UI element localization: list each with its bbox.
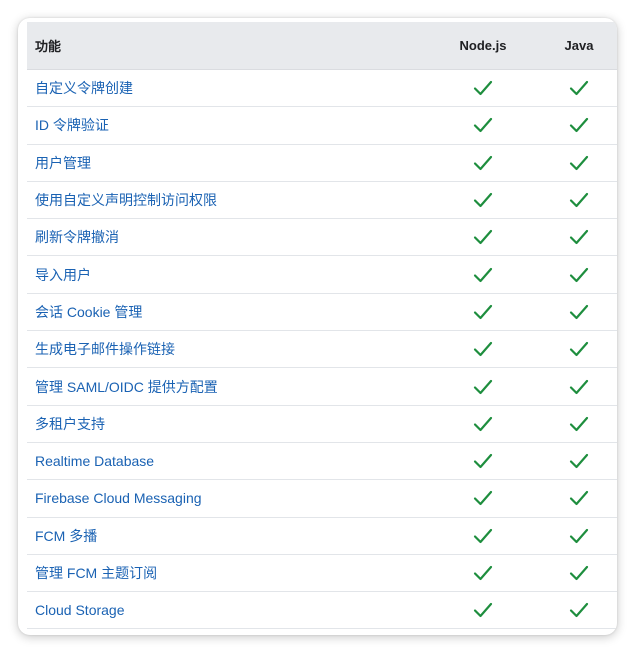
- table-row: 生成电子邮件操作链接: [27, 331, 617, 369]
- check-icon: [473, 304, 493, 320]
- check-icon: [569, 229, 589, 245]
- check-icon: [473, 192, 493, 208]
- nodejs-support-cell: [435, 453, 531, 469]
- table-row: FCM 多播: [27, 518, 617, 555]
- java-support-cell: [531, 341, 617, 357]
- java-support-cell: [531, 267, 617, 283]
- nodejs-support-cell: [435, 490, 531, 506]
- table-row: Cloud Storage: [27, 592, 617, 630]
- nodejs-support-cell: [435, 80, 531, 96]
- nodejs-support-cell: [435, 528, 531, 544]
- check-icon: [569, 602, 589, 618]
- feature-link[interactable]: 管理 SAML/OIDC 提供方配置: [27, 377, 435, 397]
- table-row: Realtime Database: [27, 443, 617, 481]
- java-support-cell: [531, 304, 617, 320]
- check-icon: [473, 565, 493, 581]
- table-body: 自定义令牌创建 ID 令牌验证 用户管理使用自定义声明控制访问权限 刷新令牌撤消 导入用…: [27, 70, 617, 630]
- nodejs-support-cell: [435, 192, 531, 208]
- header-java: Java: [564, 38, 594, 53]
- table-header-row: 功能 Node.js Java: [27, 22, 617, 70]
- check-icon: [569, 490, 589, 506]
- check-icon: [473, 453, 493, 469]
- check-icon: [473, 490, 493, 506]
- check-icon: [473, 602, 493, 618]
- java-support-cell: [531, 528, 617, 544]
- java-support-cell: [531, 416, 617, 432]
- java-support-cell: [531, 229, 617, 245]
- table-row: 自定义令牌创建: [27, 70, 617, 108]
- feature-link[interactable]: 刷新令牌撤消: [27, 227, 435, 247]
- table-row: 多租户支持: [27, 406, 617, 443]
- check-icon: [569, 192, 589, 208]
- nodejs-support-cell: [435, 602, 531, 618]
- check-icon: [569, 155, 589, 171]
- check-icon: [473, 379, 493, 395]
- java-support-cell: [531, 192, 617, 208]
- java-support-cell: [531, 379, 617, 395]
- feature-link[interactable]: ID 令牌验证: [27, 115, 435, 135]
- java-support-cell: [531, 117, 617, 133]
- check-icon: [569, 528, 589, 544]
- feature-link[interactable]: 管理 FCM 主题订阅: [27, 563, 435, 583]
- java-support-cell: [531, 453, 617, 469]
- check-icon: [569, 304, 589, 320]
- feature-link[interactable]: 生成电子邮件操作链接: [27, 339, 435, 359]
- check-icon: [569, 379, 589, 395]
- feature-link[interactable]: 导入用户: [27, 265, 435, 285]
- feature-link[interactable]: Cloud Storage: [27, 602, 435, 618]
- table-row: 用户管理: [27, 145, 617, 182]
- nodejs-support-cell: [435, 341, 531, 357]
- check-icon: [569, 80, 589, 96]
- feature-link[interactable]: 使用自定义声明控制访问权限: [27, 190, 435, 210]
- header-nodejs: Node.js: [459, 38, 507, 53]
- table-row: 管理 FCM 主题订阅: [27, 555, 617, 593]
- check-icon: [473, 341, 493, 357]
- nodejs-support-cell: [435, 416, 531, 432]
- check-icon: [569, 565, 589, 581]
- nodejs-support-cell: [435, 229, 531, 245]
- check-icon: [473, 416, 493, 432]
- nodejs-support-cell: [435, 379, 531, 395]
- header-feature: 功能: [35, 39, 62, 54]
- check-icon: [569, 453, 589, 469]
- check-icon: [569, 341, 589, 357]
- nodejs-support-cell: [435, 267, 531, 283]
- feature-link[interactable]: Firebase Cloud Messaging: [27, 490, 435, 506]
- java-support-cell: [531, 565, 617, 581]
- check-icon: [569, 117, 589, 133]
- feature-link[interactable]: 会话 Cookie 管理: [27, 302, 435, 322]
- java-support-cell: [531, 155, 617, 171]
- check-icon: [473, 528, 493, 544]
- check-icon: [473, 117, 493, 133]
- table-row: 刷新令牌撤消: [27, 219, 617, 257]
- check-icon: [569, 416, 589, 432]
- check-icon: [473, 80, 493, 96]
- nodejs-support-cell: [435, 155, 531, 171]
- java-support-cell: [531, 80, 617, 96]
- feature-link[interactable]: Realtime Database: [27, 453, 435, 469]
- check-icon: [569, 267, 589, 283]
- check-icon: [473, 229, 493, 245]
- check-icon: [473, 155, 493, 171]
- feature-link[interactable]: FCM 多播: [27, 526, 435, 546]
- nodejs-support-cell: [435, 304, 531, 320]
- table-row: 管理 SAML/OIDC 提供方配置: [27, 368, 617, 406]
- table-row: Firebase Cloud Messaging: [27, 480, 617, 518]
- table-row: ID 令牌验证: [27, 107, 617, 145]
- nodejs-support-cell: [435, 565, 531, 581]
- feature-support-card: 功能 Node.js Java 自定义令牌创建 ID 令牌验证 用户管理使用自定义声…: [18, 18, 617, 635]
- java-support-cell: [531, 602, 617, 618]
- java-support-cell: [531, 490, 617, 506]
- feature-link[interactable]: 多租户支持: [27, 414, 435, 434]
- table-row: 会话 Cookie 管理: [27, 294, 617, 332]
- table-row: 导入用户: [27, 256, 617, 294]
- table-row: 使用自定义声明控制访问权限: [27, 182, 617, 220]
- feature-table: 功能 Node.js Java 自定义令牌创建 ID 令牌验证 用户管理使用自定义声…: [27, 22, 617, 630]
- feature-link[interactable]: 用户管理: [27, 153, 435, 173]
- nodejs-support-cell: [435, 117, 531, 133]
- check-icon: [473, 267, 493, 283]
- feature-link[interactable]: 自定义令牌创建: [27, 78, 435, 98]
